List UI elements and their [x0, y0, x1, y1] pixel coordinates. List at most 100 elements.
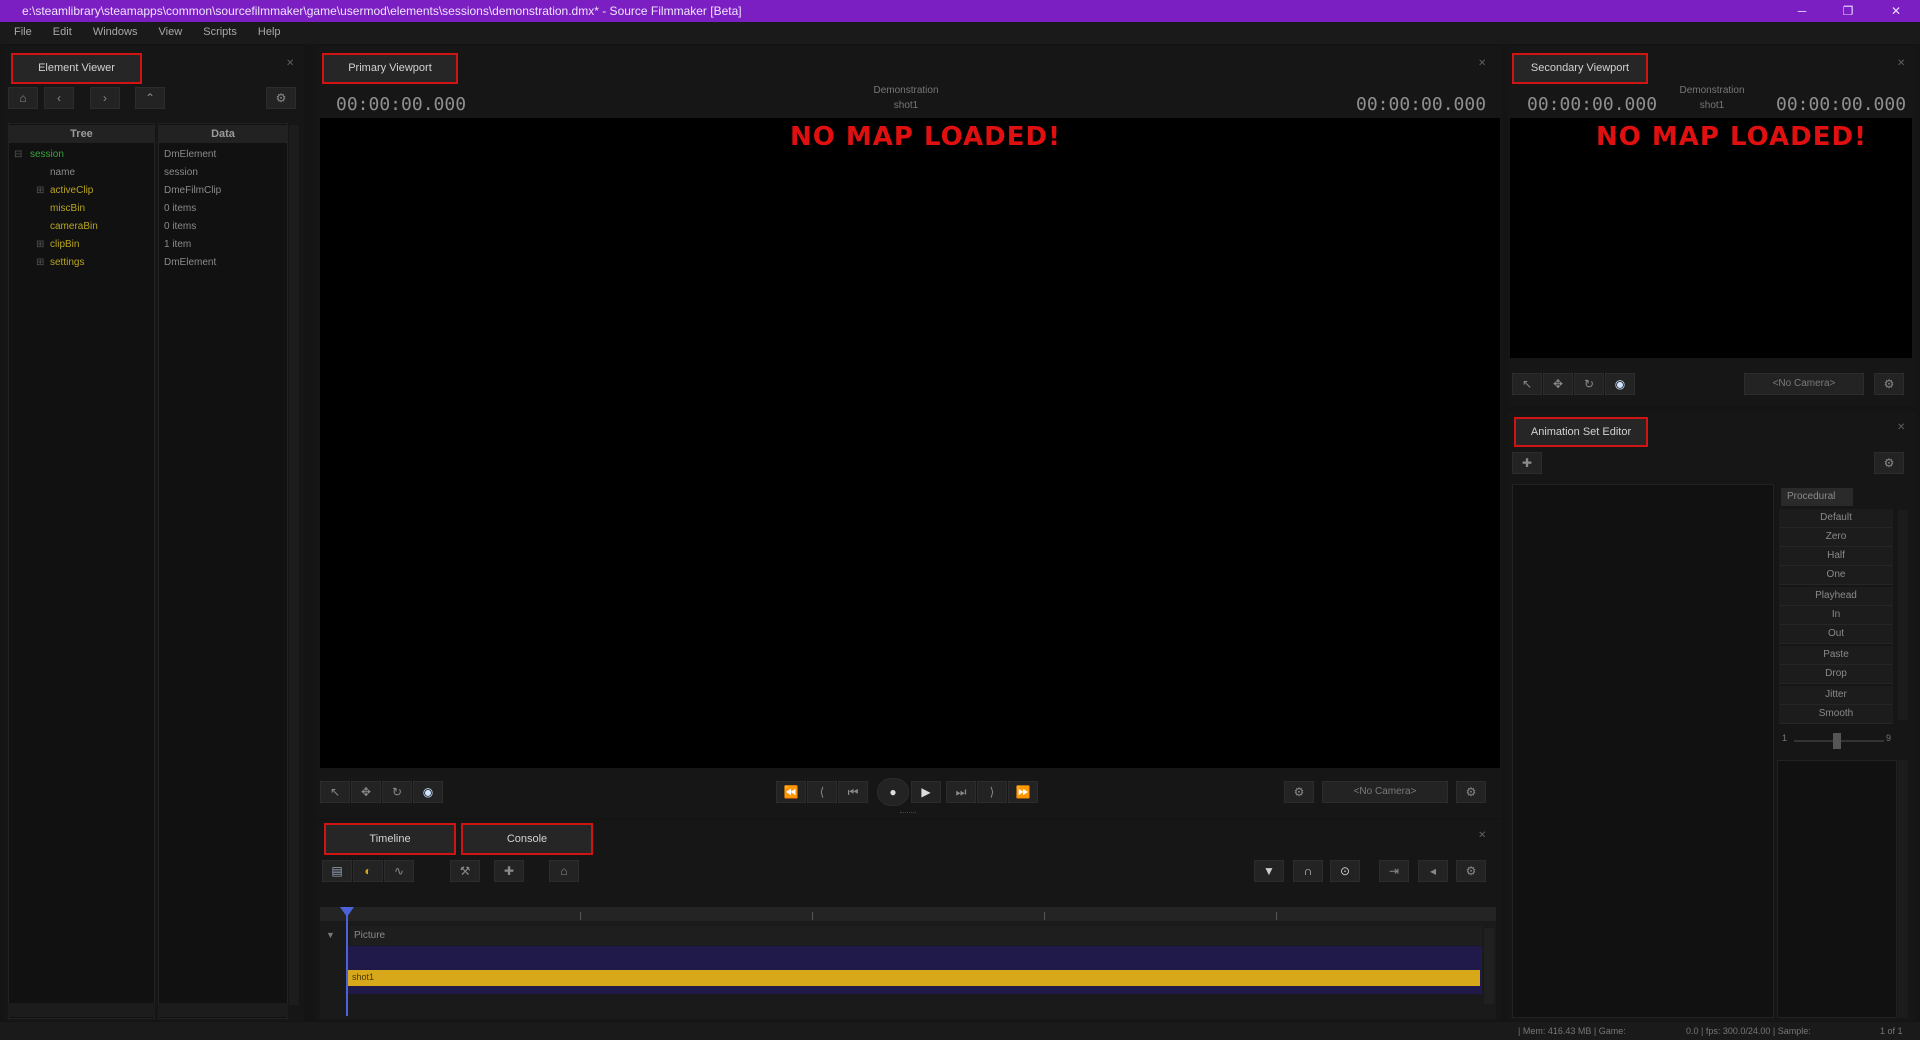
preset-paste-button[interactable]: Paste	[1779, 646, 1893, 665]
scrollbar[interactable]	[1898, 510, 1908, 720]
wand-icon[interactable]: ⚒	[450, 860, 480, 882]
gear-icon[interactable]: ⚙	[1874, 373, 1904, 395]
move-tool-icon[interactable]: ✥	[351, 781, 381, 803]
preset-jitter-button[interactable]: Jitter	[1779, 686, 1893, 705]
tab-primary-viewport[interactable]: Primary Viewport	[322, 53, 458, 84]
close-icon[interactable]: ✕	[286, 58, 294, 69]
preset-in-button[interactable]: In	[1779, 606, 1893, 625]
tree-item[interactable]: activeClip	[50, 185, 93, 196]
skip-start-icon[interactable]: ⏮	[838, 781, 868, 803]
secondary-viewport-canvas[interactable]	[1510, 118, 1912, 358]
collapse-track-icon[interactable]: ▼	[326, 930, 335, 940]
forward-icon[interactable]: ›	[90, 87, 120, 109]
menu-scripts[interactable]: Scripts	[194, 22, 246, 38]
move-tool-icon[interactable]: ✥	[1543, 373, 1573, 395]
tree-item[interactable]: session	[30, 149, 64, 160]
close-icon[interactable]: ✕	[1897, 58, 1905, 69]
timeline-lock-icon[interactable]: ⊙	[1330, 860, 1360, 882]
skip-end-icon[interactable]: ⏭	[946, 781, 976, 803]
splitter-handle[interactable]	[900, 812, 916, 816]
tab-timeline[interactable]: Timeline	[324, 823, 456, 855]
camera-settings-icon[interactable]: ⚙	[1284, 781, 1314, 803]
menu-view[interactable]: View	[150, 22, 192, 38]
record-icon[interactable]: ●	[877, 778, 909, 806]
animation-set-list[interactable]	[1512, 484, 1774, 1018]
camera-select[interactable]: <No Camera>	[1744, 373, 1864, 395]
expand-icon[interactable]: ⊞	[36, 239, 44, 250]
gear-icon[interactable]: ⚙	[1874, 452, 1904, 474]
tab-console[interactable]: Console	[461, 823, 593, 855]
home-icon[interactable]: ⌂	[8, 87, 38, 109]
primary-viewport-canvas[interactable]	[320, 118, 1500, 768]
slider-handle[interactable]	[1833, 733, 1841, 749]
tree-item[interactable]: name	[50, 167, 75, 178]
magnet-icon[interactable]: ∩	[1293, 860, 1323, 882]
preset-half-button[interactable]: Half	[1779, 547, 1893, 566]
time-ruler[interactable]	[320, 907, 1496, 921]
scrollbar[interactable]	[1898, 760, 1908, 1018]
bookmark-icon[interactable]: ▼	[1254, 860, 1284, 882]
scrollbar[interactable]	[289, 125, 299, 1005]
graph-editor-icon[interactable]: ∿	[384, 860, 414, 882]
tree-item[interactable]: clipBin	[50, 239, 79, 250]
tree-item[interactable]: settings	[50, 257, 84, 268]
tab-element-viewer[interactable]: Element Viewer	[11, 53, 142, 84]
maximize-button[interactable]: ❐	[1836, 2, 1860, 20]
select-tool-icon[interactable]: ↖	[320, 781, 350, 803]
procedural-tab[interactable]: Procedural	[1781, 488, 1853, 506]
back-icon[interactable]: ‹	[44, 87, 74, 109]
tab-animation-set-editor[interactable]: Animation Set Editor	[1514, 417, 1648, 447]
tree-item[interactable]: cameraBin	[50, 221, 98, 232]
preset-default-button[interactable]: Default	[1779, 509, 1893, 528]
preset-drop-button[interactable]: Drop	[1779, 665, 1893, 684]
data-column-header[interactable]: Data	[158, 125, 288, 143]
tree-column-header[interactable]: Tree	[8, 125, 155, 143]
rewind-icon[interactable]: ⏪	[776, 781, 806, 803]
up-icon[interactable]: ⌃	[135, 87, 165, 109]
pivot-tool-icon[interactable]: ◉	[1605, 373, 1635, 395]
close-button[interactable]: ✕	[1884, 2, 1908, 20]
add-animation-set-icon[interactable]: ✚	[1512, 452, 1542, 474]
preset-smooth-button[interactable]: Smooth	[1779, 705, 1893, 724]
menu-windows[interactable]: Windows	[84, 22, 147, 38]
lock-icon[interactable]: ⌂	[549, 860, 579, 882]
control-list[interactable]	[1777, 760, 1897, 1018]
select-tool-icon[interactable]: ↖	[1512, 373, 1542, 395]
shot-clip-bar[interactable]	[348, 970, 1480, 986]
tree-item[interactable]: miscBin	[50, 203, 85, 214]
picture-track-header[interactable]	[350, 926, 1482, 945]
menu-file[interactable]: File	[0, 22, 41, 38]
playhead[interactable]	[346, 908, 348, 1016]
close-icon[interactable]: ✕	[1478, 830, 1486, 841]
close-icon[interactable]: ✕	[1478, 58, 1486, 69]
rotate-tool-icon[interactable]: ↻	[1574, 373, 1604, 395]
close-icon[interactable]: ✕	[1897, 422, 1905, 433]
prev-frame-icon[interactable]: ⟨	[807, 781, 837, 803]
next-frame-icon[interactable]: ⟩	[977, 781, 1007, 803]
gear-icon[interactable]: ⚙	[266, 87, 296, 109]
back-frame-icon[interactable]: ◂	[1418, 860, 1448, 882]
menu-edit[interactable]: Edit	[44, 22, 81, 38]
horizontal-scrollbar[interactable]	[158, 1003, 288, 1017]
gear-icon[interactable]: ⚙	[1456, 860, 1486, 882]
add-icon[interactable]: ✚	[494, 860, 524, 882]
play-icon[interactable]: ▶	[911, 781, 941, 803]
collapse-icon[interactable]: ⊟	[14, 149, 22, 160]
gear-icon[interactable]: ⚙	[1456, 781, 1486, 803]
fast-forward-icon[interactable]: ⏩	[1008, 781, 1038, 803]
camera-select[interactable]: <No Camera>	[1322, 781, 1448, 803]
scrollbar[interactable]	[1484, 928, 1494, 1004]
expand-icon[interactable]: ⊞	[36, 257, 44, 268]
menu-help[interactable]: Help	[249, 22, 290, 38]
rotate-tool-icon[interactable]: ↻	[382, 781, 412, 803]
jump-end-icon[interactable]: ⇥	[1379, 860, 1409, 882]
minimize-button[interactable]: ─	[1790, 2, 1814, 20]
horizontal-scrollbar[interactable]	[8, 1003, 155, 1017]
motion-editor-icon[interactable]: ◐	[353, 860, 383, 882]
expand-icon[interactable]: ⊞	[36, 185, 44, 196]
tab-secondary-viewport[interactable]: Secondary Viewport	[1512, 53, 1648, 84]
pivot-tool-icon[interactable]: ◉	[413, 781, 443, 803]
preset-one-button[interactable]: One	[1779, 566, 1893, 585]
preset-out-button[interactable]: Out	[1779, 625, 1893, 644]
preset-playhead-button[interactable]: Playhead	[1779, 587, 1893, 606]
